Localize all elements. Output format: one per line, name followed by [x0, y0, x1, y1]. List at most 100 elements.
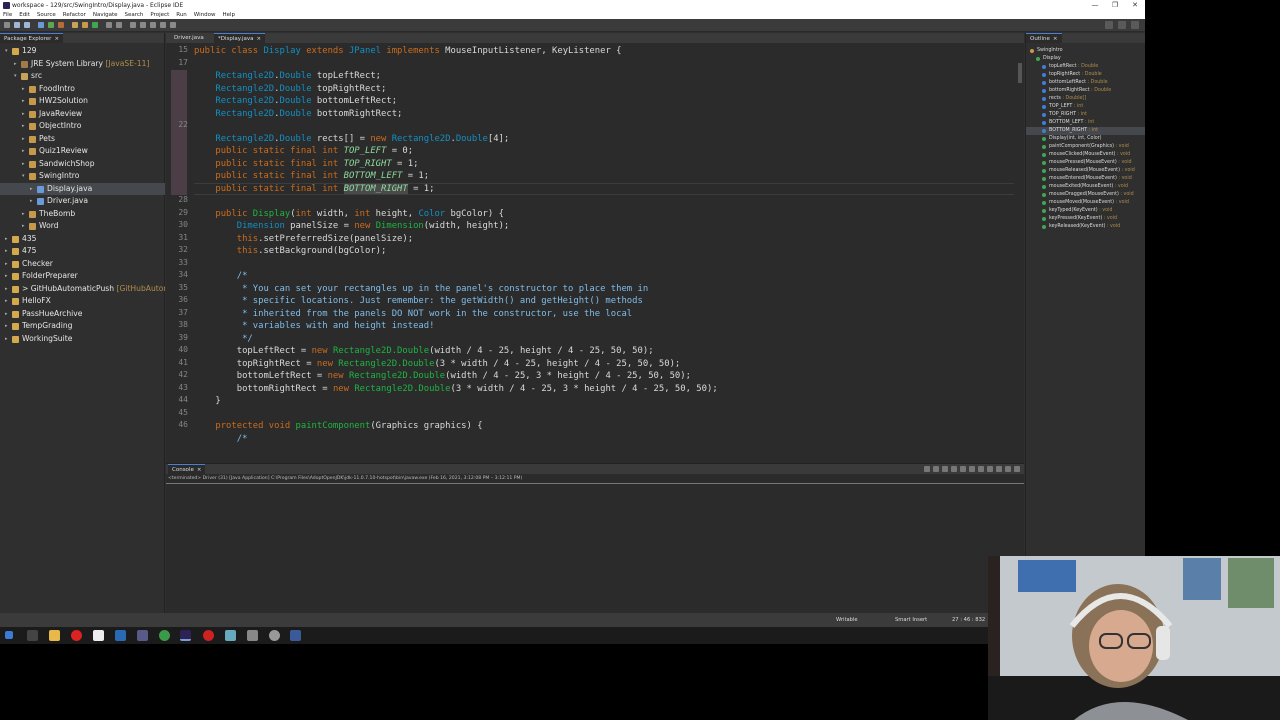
maximize-view-icon[interactable]: [1014, 466, 1020, 472]
chevron-right-icon[interactable]: ▸: [5, 308, 11, 321]
tree-item[interactable]: ▸ SandwichShop: [0, 158, 165, 171]
windows-start-icon[interactable]: [5, 631, 13, 639]
outline-item[interactable]: TOP_RIGHT : int: [1026, 111, 1145, 119]
code-line[interactable]: bottomLeftRect = new Rectangle2D.Double(…: [194, 370, 691, 383]
tree-item[interactable]: ▾ SwingIntro: [0, 170, 165, 183]
code-line[interactable]: Dimension panelSize = new Dimension(widt…: [194, 220, 510, 233]
remove-all-icon[interactable]: [942, 466, 948, 472]
chevron-right-icon[interactable]: ▸: [30, 195, 36, 208]
tab-outline[interactable]: Outline ×: [1026, 33, 1062, 43]
chevron-right-icon[interactable]: ▸: [5, 245, 11, 258]
minimize-button[interactable]: —: [1085, 0, 1105, 11]
tree-item[interactable]: ▸ FoodIntro: [0, 83, 165, 96]
outline-item[interactable]: mouseMoved(MouseEvent) : void: [1026, 199, 1145, 207]
code-line[interactable]: Rectangle2D.Double topRightRect;: [194, 83, 386, 96]
menu-edit[interactable]: Edit: [19, 11, 30, 19]
scroll-lock-icon[interactable]: [960, 466, 966, 472]
steam-icon[interactable]: [115, 630, 126, 641]
close-icon[interactable]: ×: [1053, 34, 1058, 44]
code-line[interactable]: topLeftRect = new Rectangle2D.Double(wid…: [194, 345, 654, 358]
close-icon[interactable]: ×: [54, 34, 59, 44]
tree-item[interactable]: ▸ HelloFX: [0, 295, 165, 308]
tree-item[interactable]: ▸ PassHueArchive: [0, 308, 165, 321]
menu-file[interactable]: File: [3, 11, 12, 19]
outline-item[interactable]: mousePressed(MouseEvent) : void: [1026, 159, 1145, 167]
maximize-button[interactable]: ❐: [1105, 0, 1125, 11]
clear-console-icon[interactable]: [951, 466, 957, 472]
new-class-icon[interactable]: [92, 22, 98, 28]
outline-item[interactable]: mouseReleased(MouseEvent) : void: [1026, 167, 1145, 175]
toggle-mark-icon[interactable]: [140, 22, 146, 28]
chevron-right-icon[interactable]: ▸: [5, 270, 11, 283]
outline-item[interactable]: SwingIntro: [1026, 47, 1145, 55]
menu-refactor[interactable]: Refactor: [63, 11, 86, 19]
search-toolbar-icon[interactable]: [1105, 21, 1113, 29]
save-icon[interactable]: [14, 22, 20, 28]
outline-item[interactable]: rects : Double[]: [1026, 95, 1145, 103]
outline-item[interactable]: mouseDragged(MouseEvent) : void: [1026, 191, 1145, 199]
calculator-icon[interactable]: [247, 630, 258, 641]
code-line[interactable]: Rectangle2D.Double topLeftRect;: [194, 70, 381, 83]
tree-item[interactable]: ▸ Display.java: [0, 182, 165, 196]
source-code[interactable]: public class Display extends JPanel impl…: [194, 45, 1024, 463]
close-button[interactable]: ✕: [1125, 0, 1145, 11]
outline-item[interactable]: bottomLeftRect : Double: [1026, 79, 1145, 87]
tree-item[interactable]: ▸ TheBomb: [0, 208, 165, 221]
opera-browser-icon[interactable]: [71, 630, 82, 641]
chevron-right-icon[interactable]: ▸: [5, 283, 11, 296]
file-explorer-icon[interactable]: [49, 630, 60, 641]
menu-help[interactable]: Help: [222, 11, 235, 19]
outline-item[interactable]: paintComponent(Graphics) : void: [1026, 143, 1145, 151]
code-line[interactable]: public static final int TOP_LEFT = 0;: [194, 145, 413, 158]
code-line[interactable]: * specific locations. Just remember: the…: [194, 295, 643, 308]
chevron-right-icon[interactable]: ▸: [5, 295, 11, 308]
code-line[interactable]: /*: [194, 433, 248, 446]
tree-item[interactable]: ▸ 435: [0, 233, 165, 246]
chevron-right-icon[interactable]: ▸: [30, 183, 36, 196]
tree-item[interactable]: ▸ WorkingSuite: [0, 333, 165, 346]
outline-item[interactable]: BOTTOM_RIGHT : int: [1026, 127, 1145, 135]
new-package-icon[interactable]: [82, 22, 88, 28]
outline-item[interactable]: topLeftRect : Double: [1026, 63, 1145, 71]
new-java-project-icon[interactable]: [72, 22, 78, 28]
chevron-right-icon[interactable]: ▸: [22, 120, 28, 133]
outline-item[interactable]: keyPressed(KeyEvent) : void: [1026, 215, 1145, 223]
code-line[interactable]: Rectangle2D.Double bottomRightRect;: [194, 108, 402, 121]
terminate-icon[interactable]: [924, 466, 930, 472]
outline-item[interactable]: mouseExited(MouseEvent) : void: [1026, 183, 1145, 191]
search-icon[interactable]: [116, 22, 122, 28]
outline-item[interactable]: bottomRightRect : Double: [1026, 87, 1145, 95]
close-icon[interactable]: ×: [257, 34, 262, 44]
outline-item[interactable]: Display(int, int, Color): [1026, 135, 1145, 143]
java-app-icon[interactable]: [290, 630, 301, 641]
close-icon[interactable]: ×: [197, 465, 202, 475]
open-type-icon[interactable]: [106, 22, 112, 28]
tree-item[interactable]: ▸ 475: [0, 245, 165, 258]
debug-icon[interactable]: [38, 22, 44, 28]
open-console-icon[interactable]: [996, 466, 1002, 472]
code-line[interactable]: /*: [194, 270, 248, 283]
chevron-right-icon[interactable]: ▸: [5, 320, 11, 333]
back-icon[interactable]: [160, 22, 166, 28]
tree-item[interactable]: ▸ Checker: [0, 258, 165, 271]
chevron-right-icon[interactable]: ▸: [5, 233, 11, 246]
tree-item[interactable]: ▸ JRE System Library [JavaSE-11]: [0, 58, 165, 71]
chevron-down-icon[interactable]: ▾: [22, 170, 28, 183]
chevron-down-icon[interactable]: ▾: [14, 70, 20, 83]
chevron-right-icon[interactable]: ▸: [22, 145, 28, 158]
code-line[interactable]: bottomRightRect = new Rectangle2D.Double…: [194, 383, 718, 396]
menu-window[interactable]: Window: [194, 11, 216, 19]
forward-icon[interactable]: [170, 22, 176, 28]
tree-item[interactable]: ▾ src: [0, 70, 165, 83]
external-tools-icon[interactable]: [58, 22, 64, 28]
tab-display-java[interactable]: *Display.java ×: [214, 33, 266, 44]
tree-item[interactable]: ▸ FolderPreparer: [0, 270, 165, 283]
menu-source[interactable]: Source: [37, 11, 56, 19]
code-line[interactable]: Rectangle2D.Double bottomLeftRect;: [194, 95, 397, 108]
chevron-right-icon[interactable]: ▸: [22, 83, 28, 96]
code-line[interactable]: public static final int BOTTOM_RIGHT = 1…: [194, 183, 434, 196]
outline-item[interactable]: keyTyped(KeyEvent) : void: [1026, 207, 1145, 215]
tree-item[interactable]: ▸ Pets: [0, 133, 165, 146]
tree-item[interactable]: ▸ Quiz1Review: [0, 145, 165, 158]
task-view-icon[interactable]: [27, 630, 38, 641]
